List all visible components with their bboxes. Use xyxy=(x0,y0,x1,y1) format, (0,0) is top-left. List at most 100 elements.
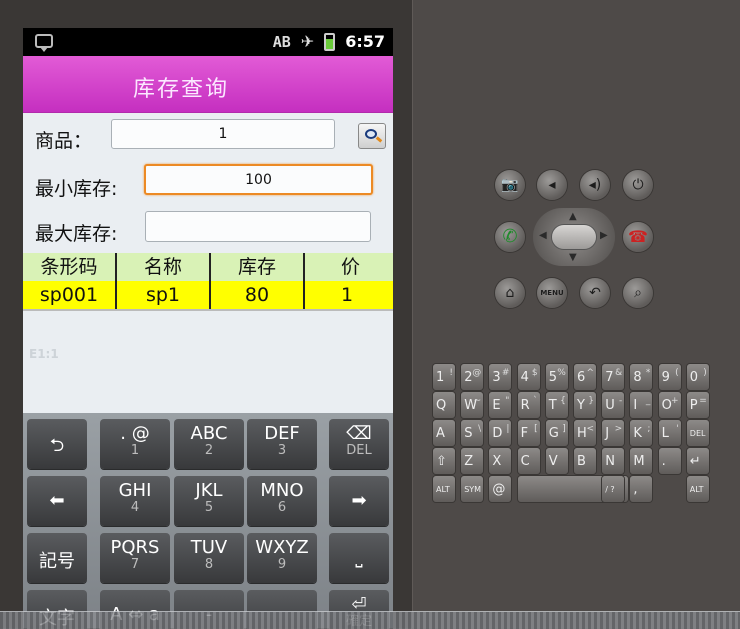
product-input[interactable]: 1 xyxy=(111,119,335,149)
hw-key-alt-label: < xyxy=(586,424,594,434)
soft-key-label: JKL xyxy=(195,480,223,501)
hw-key-2-5[interactable]: H < xyxy=(574,420,596,446)
table-row[interactable]: sp001 sp1 80 1 xyxy=(23,281,393,309)
soft-key-1-0[interactable]: ⬅ xyxy=(27,476,87,526)
hw-key-alt-label: _ xyxy=(645,396,651,406)
hw-key-4-6[interactable]: / ? xyxy=(602,476,625,502)
hw-key-label: F xyxy=(520,426,529,441)
hw-key-label: 0 xyxy=(689,370,699,385)
hw-key-alt-label: * xyxy=(645,368,651,378)
hw-key-label: ⇧ xyxy=(436,454,447,469)
soft-key-label: ➡ xyxy=(351,490,367,511)
hw-key-label: 3 xyxy=(492,370,501,385)
taskbar-strip xyxy=(0,611,740,629)
hw-key-label: U xyxy=(605,398,615,413)
hw-key-2-4[interactable]: G] xyxy=(545,420,568,446)
soft-key-2-2[interactable]: TUV 8 xyxy=(174,533,244,583)
soft-key-1-2[interactable]: JKL 5 xyxy=(174,476,244,526)
dpad-left-icon[interactable]: ◀ xyxy=(539,230,547,241)
call-icon[interactable]: ✆ xyxy=(495,222,525,252)
dpad-center-button[interactable] xyxy=(552,225,596,249)
hw-key-3-0[interactable]: ⇧ xyxy=(433,448,455,474)
hw-key-label: 7 xyxy=(605,370,614,385)
soft-key-2-0[interactable]: 記号 xyxy=(27,533,87,583)
hw-key-2-6[interactable]: J > xyxy=(602,420,625,446)
soft-key-0-3[interactable]: DEF 3 xyxy=(247,419,317,469)
hw-key-3-3[interactable]: C xyxy=(517,448,540,474)
hw-key-4-7[interactable]: , xyxy=(630,476,653,502)
product-search-button[interactable] xyxy=(358,123,386,149)
hw-key-2-7[interactable]: K; xyxy=(630,420,653,446)
battery-icon xyxy=(324,32,336,51)
hw-key-2-8[interactable]: L ' xyxy=(658,420,681,446)
back-icon[interactable]: ↶ xyxy=(580,278,610,308)
hw-key-2-0[interactable]: A xyxy=(433,420,455,446)
hw-key-4-1[interactable]: SYM xyxy=(461,476,484,502)
hw-key-3-8[interactable]: . xyxy=(658,448,681,474)
hw-key-2-1[interactable]: S \ xyxy=(461,420,484,446)
soft-key-label: ⬅ xyxy=(49,490,65,511)
soft-key-0-0[interactable]: ⮌ xyxy=(27,419,87,469)
hw-key-label: E xyxy=(492,398,501,413)
message-icon xyxy=(35,34,53,52)
dpad[interactable]: ▲ ▼ ◀ ▶ xyxy=(533,208,615,266)
emulator-controls-panel xyxy=(412,0,740,628)
soft-key-2-3[interactable]: WXYZ 9 xyxy=(247,533,317,583)
hw-key-alt-label: & xyxy=(615,368,623,378)
soft-key-label: WXYZ xyxy=(255,537,309,558)
hw-key-4-2[interactable]: @ xyxy=(489,476,512,502)
hw-key-3-1[interactable]: Z xyxy=(461,448,484,474)
soft-key-sublabel: 9 xyxy=(277,557,287,572)
hw-key-3-2[interactable]: X xyxy=(489,448,512,474)
soft-key-2-1[interactable]: PQRS 7 xyxy=(100,533,170,583)
search-icon[interactable]: ⌕ xyxy=(623,278,653,308)
hw-key-2-3[interactable]: F[ xyxy=(517,420,540,446)
hw-key-alt-label: " xyxy=(505,396,510,406)
phone-screen: AB ✈ 6:57 库存查询 商品： 1 最小库存: 100 最大库存: 条形码… xyxy=(23,28,393,628)
hw-key-alt-label: ] xyxy=(562,424,566,434)
menu-icon[interactable]: MENU xyxy=(537,278,567,308)
power-icon[interactable]: ⏻ xyxy=(623,170,653,200)
hw-key-3-9[interactable]: ↵ xyxy=(686,448,709,474)
volume-down-icon[interactable]: ◂ xyxy=(537,170,567,200)
dpad-right-icon[interactable]: ▶ xyxy=(600,230,608,241)
hw-key-1-9[interactable]: P = xyxy=(686,392,709,418)
hw-key-label: B xyxy=(577,454,586,469)
hw-key-alt-label: = xyxy=(699,396,707,406)
column-header-price: 价 xyxy=(341,256,361,278)
soft-key-0-4[interactable]: ⌫ DEL xyxy=(329,419,389,469)
hw-key-1-0[interactable]: Q xyxy=(433,392,455,418)
hw-key-4-0[interactable]: ALT xyxy=(433,476,455,502)
hw-key-label: / ? xyxy=(605,485,615,494)
camera-icon[interactable]: 📷 xyxy=(495,170,525,200)
hw-key-3-4[interactable]: V xyxy=(545,448,568,474)
volume-up-icon[interactable]: ◂) xyxy=(580,170,610,200)
soft-key-1-3[interactable]: MNO 6 xyxy=(247,476,317,526)
soft-key-1-4[interactable]: ➡ xyxy=(329,476,389,526)
hw-key-3-7[interactable]: M xyxy=(630,448,653,474)
hw-key-4-9[interactable]: ALT xyxy=(686,476,709,502)
dpad-up-icon[interactable]: ▲ xyxy=(569,211,577,222)
hw-key-0-0[interactable]: 1! xyxy=(433,364,455,390)
soft-key-2-4[interactable]: ⎵ xyxy=(329,533,389,583)
hw-key-2-9[interactable]: DEL xyxy=(686,420,709,446)
dpad-down-icon[interactable]: ▼ xyxy=(569,252,577,263)
soft-key-label: MNO xyxy=(260,480,304,501)
hw-key-3-6[interactable]: N xyxy=(602,448,625,474)
soft-key-0-1[interactable]: . @1 xyxy=(100,419,170,469)
soft-key-0-2[interactable]: ABC 2 xyxy=(174,419,244,469)
table-divider xyxy=(23,309,393,311)
hw-key-alt-label: ` xyxy=(533,396,538,406)
max-stock-input[interactable] xyxy=(145,211,371,242)
soft-key-1-1[interactable]: GHI 4 xyxy=(100,476,170,526)
hw-key-label: . xyxy=(661,454,666,469)
query-form: 商品： 1 最小库存: 100 最大库存: 条形码 名称 库存 价 sp001 … xyxy=(23,113,393,413)
hw-key-2-2[interactable]: D | xyxy=(489,420,512,446)
hw-key-alt-label: { xyxy=(560,396,566,406)
home-icon[interactable]: ⌂ xyxy=(495,278,525,308)
product-label: 商品： xyxy=(35,130,93,152)
min-stock-input[interactable]: 100 xyxy=(144,164,373,195)
hw-key-3-5[interactable]: B xyxy=(574,448,596,474)
hw-key-label: H xyxy=(577,426,587,441)
end-call-icon[interactable]: ☎ xyxy=(623,222,653,252)
